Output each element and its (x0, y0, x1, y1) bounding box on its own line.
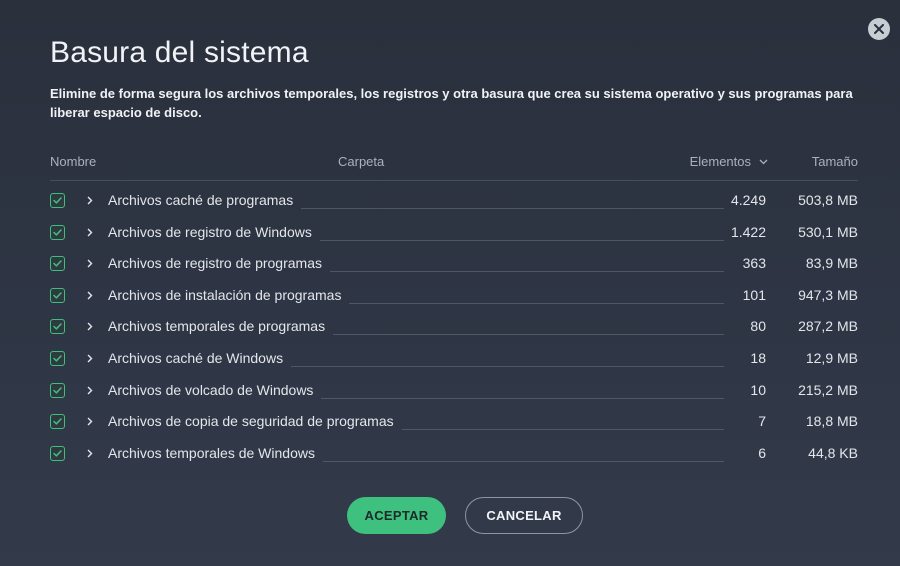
row-divider (301, 208, 724, 209)
row-name: Archivos de registro de programas (108, 255, 322, 272)
row-size: 83,9 MB (805, 255, 858, 272)
row-size: 44,8 KB (808, 444, 858, 461)
row-name: Archivos de registro de Windows (108, 223, 312, 240)
table-row[interactable]: Archivos temporales de Windows 6 44,8 KB (50, 438, 858, 470)
accept-button[interactable]: ACEPTAR (347, 497, 446, 534)
row-checkbox[interactable] (50, 319, 65, 335)
row-item-count: 7 (758, 413, 766, 430)
table-header: Nombre Carpeta Elementos Tamaño (50, 150, 858, 181)
row-size: 215,2 MB (798, 381, 858, 398)
dialog-description: Elimine de forma segura los archivos tem… (50, 86, 853, 120)
row-item-count: 4.249 (730, 192, 766, 208)
row-size: 18,8 MB (805, 413, 858, 430)
chevron-right-icon (87, 386, 93, 395)
chevron-right-icon (87, 354, 93, 363)
table-row[interactable]: Archivos de registro de programas 363 83,9… (50, 248, 858, 280)
row-size: 12,9 MB (805, 349, 858, 366)
check-icon (53, 323, 62, 330)
cancel-button[interactable]: CANCELAR (465, 497, 583, 534)
row-expand-button[interactable] (84, 414, 96, 429)
row-divider (320, 239, 724, 241)
row-name: Archivos de volcado de Windows (108, 381, 314, 398)
row-item-count: 101 (742, 286, 766, 303)
row-name: Archivos de instalación de programas (108, 286, 342, 303)
chevron-right-icon (87, 259, 93, 268)
table-row[interactable]: Archivos caché de Windows 18 12,9 MB (50, 343, 858, 375)
check-icon (53, 418, 62, 425)
chevron-right-icon (87, 196, 93, 205)
row-size: 947,3 MB (798, 286, 858, 303)
table-body: Archivos caché de programas 4.249 503,8 MB… (50, 185, 858, 469)
row-divider (291, 365, 724, 367)
row-expand-button[interactable] (84, 288, 96, 303)
row-item-count: 6 (758, 444, 766, 461)
row-checkbox[interactable] (50, 350, 65, 366)
system-junk-dialog: Basura del sistema Elimine de forma segu… (0, 0, 900, 566)
row-expand-button[interactable] (84, 225, 96, 240)
row-checkbox[interactable] (50, 287, 65, 303)
row-name: Archivos temporales de programas (108, 318, 326, 335)
chevron-down-icon (759, 159, 768, 164)
chevron-right-icon (87, 322, 93, 331)
row-divider (349, 302, 724, 304)
row-item-count: 10 (750, 381, 766, 398)
table-row[interactable]: Archivos de copia de seguridad de progra… (50, 406, 858, 438)
check-icon (53, 197, 62, 204)
chevron-right-icon (87, 291, 93, 300)
dialog-title: Basura del sistema (50, 36, 309, 69)
row-checkbox[interactable] (50, 445, 65, 461)
row-divider (402, 429, 724, 431)
table-row[interactable]: Archivos temporales de programas 80 287,2 … (50, 311, 858, 343)
row-size: 287,2 MB (798, 318, 858, 335)
row-item-count: 80 (750, 318, 766, 335)
check-icon (53, 386, 62, 394)
row-divider (323, 460, 724, 462)
row-name: Archivos de copia de seguridad de progra… (108, 413, 394, 430)
row-divider (321, 397, 724, 399)
close-icon (874, 24, 884, 34)
table-row[interactable]: Archivos de volcado de Windows 10 215,2 MB (50, 375, 858, 407)
row-divider (333, 334, 724, 336)
column-header-folder[interactable]: Carpeta (338, 154, 384, 169)
row-name: Archivos caché de programas (108, 192, 294, 208)
table-row[interactable]: Archivos de registro de Windows 1.422 530,… (50, 217, 858, 249)
table-row[interactable]: Archivos caché de programas 4.249 503,8 MB (50, 185, 858, 217)
column-header-items[interactable]: Elementos (690, 154, 768, 169)
row-item-count: 363 (742, 255, 766, 272)
table-row[interactable]: Archivos de instalación de programas 101 9… (50, 280, 858, 312)
row-expand-button[interactable] (84, 193, 96, 208)
column-header-name[interactable]: Nombre (50, 154, 96, 169)
check-icon (53, 292, 62, 299)
chevron-right-icon (87, 449, 93, 458)
close-button[interactable] (868, 18, 890, 40)
row-expand-button[interactable] (84, 256, 96, 271)
row-expand-button[interactable] (84, 446, 96, 461)
row-name: Archivos caché de Windows (108, 349, 284, 366)
row-checkbox[interactable] (50, 256, 65, 272)
row-checkbox[interactable] (50, 193, 65, 208)
row-size: 530,1 MB (798, 223, 858, 240)
junk-table: Nombre Carpeta Elementos Tamaño Archivos… (50, 150, 858, 469)
row-expand-button[interactable] (84, 383, 96, 398)
row-checkbox[interactable] (50, 382, 65, 398)
row-name: Archivos temporales de Windows (108, 444, 315, 461)
check-icon (53, 450, 62, 457)
column-header-items-label: Elementos (689, 154, 751, 169)
row-checkbox[interactable] (50, 414, 65, 430)
chevron-right-icon (87, 228, 93, 237)
row-expand-button[interactable] (84, 319, 96, 334)
check-icon (53, 355, 62, 362)
row-item-count: 1.422 (730, 223, 766, 240)
check-icon (53, 260, 62, 267)
row-item-count: 18 (750, 349, 766, 366)
column-header-size[interactable]: Tamaño (812, 154, 858, 169)
check-icon (53, 228, 62, 236)
row-divider (330, 271, 724, 273)
chevron-right-icon (87, 417, 93, 426)
row-expand-button[interactable] (84, 351, 96, 366)
row-checkbox[interactable] (50, 224, 65, 240)
row-size: 503,8 MB (798, 192, 858, 208)
